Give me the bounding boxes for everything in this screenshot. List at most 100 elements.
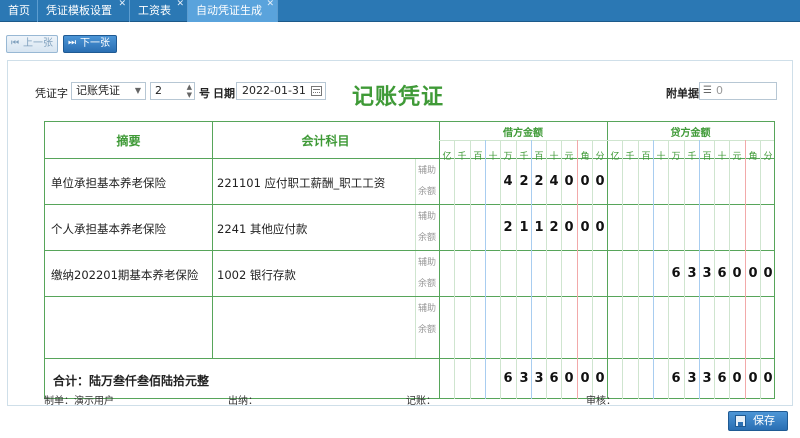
total-debit-digit: 3 [534, 371, 544, 386]
debit-digit: 2 [534, 174, 544, 189]
credit-unit-label: 分 [763, 152, 773, 162]
debit-digit: 4 [549, 174, 559, 189]
tab-label: 凭证模板设置 [46, 4, 112, 17]
calendar-icon[interactable] [311, 86, 322, 96]
aux-label: 辅助 [418, 212, 437, 222]
digit-column-line [653, 140, 654, 399]
toolbar: ⏮ 上一张 ⏭ 下一张 [0, 23, 800, 60]
voucher-title: 记账凭证 [352, 85, 445, 110]
total-credit-digit: 0 [763, 371, 773, 386]
total-debit-digit: 0 [564, 371, 574, 386]
credit-unit-label: 角 [748, 152, 758, 162]
debit-digit: 2 [503, 220, 513, 235]
account-cell[interactable]: 2241 其他应付款 [217, 221, 307, 237]
tab-salary[interactable]: 工资表 ✕ [130, 0, 188, 22]
date-input[interactable]: 2022-01-31 [236, 82, 326, 100]
summary-cell[interactable]: 单位承担基本养老保险 [51, 175, 166, 191]
tab-home[interactable]: 首页 [0, 0, 38, 22]
credit-digit: 3 [702, 266, 712, 281]
voucher-panel: 凭证字 记账凭证 ▼ 2 ▲ ▼ 号 日期 2022-01-31 记账凭证 附单据 ☰… [7, 60, 793, 406]
tab-bar: 首页 凭证模板设置 ✕ 工资表 ✕ 自动凭证生成 ✕ [0, 0, 800, 22]
digit-column-line [470, 140, 471, 399]
credit-digit: 6 [671, 266, 681, 281]
summary-cell[interactable]: 缴纳202201期基本养老保险 [51, 267, 198, 283]
aux-label: 辅助 [418, 258, 437, 268]
maker-label: 制单：演示用户 [44, 396, 114, 407]
next-button[interactable]: ⏭ 下一张 [63, 35, 117, 53]
voucher-number-spinner[interactable]: 2 ▲ ▼ [150, 82, 195, 100]
debit-digit: 2 [549, 220, 559, 235]
credit-unit-label: 万 [671, 152, 681, 162]
total-debit-digit: 6 [549, 371, 559, 386]
debit-unit-label: 万 [503, 152, 513, 162]
summary-cell[interactable]: 个人承担基本养老保险 [51, 221, 166, 237]
tab-label: 首页 [8, 4, 30, 17]
debit-unit-label: 百 [473, 152, 483, 162]
credit-unit-label: 元 [732, 152, 742, 162]
debit-unit-label: 角 [580, 152, 590, 162]
credit-header: 贷方金额 [670, 128, 711, 139]
date-label: 日期 [213, 87, 235, 100]
tab-label: 工资表 [138, 4, 171, 17]
voucher-word-label: 凭证字 [35, 87, 68, 100]
cashier-label: 出纳： [228, 396, 258, 407]
credit-unit-label: 千 [625, 152, 635, 162]
debit-digit: 0 [580, 174, 590, 189]
debit-unit-label: 十 [549, 152, 559, 162]
close-icon[interactable]: ✕ [266, 0, 274, 9]
close-icon[interactable]: ✕ [118, 0, 126, 9]
account-cell[interactable]: 1002 银行存款 [217, 267, 296, 283]
total-credit-digit: 6 [717, 371, 727, 386]
debit-unit-label: 元 [564, 152, 574, 162]
account-cell[interactable]: 221101 应付职工薪酬_职工工资 [217, 175, 385, 191]
balance-label: 余额 [418, 325, 437, 335]
attachments-input[interactable]: ☰ 0 [699, 82, 777, 100]
prev-button[interactable]: ⏮ 上一张 [6, 35, 58, 53]
debit-unit-label: 亿 [442, 152, 452, 162]
credit-unit-label: 十 [717, 152, 727, 162]
summary-header: 摘要 [116, 134, 141, 148]
total-debit-digit: 0 [580, 371, 590, 386]
credit-unit-label: 十 [656, 152, 666, 162]
total-credit-digit: 0 [732, 371, 742, 386]
debit-digit: 2 [519, 174, 529, 189]
tab-voucher-template[interactable]: 凭证模板设置 ✕ [38, 0, 130, 22]
chevron-down-icon: ▼ [134, 86, 141, 95]
attachments-label: 附单据 [666, 87, 699, 100]
aux-label: 辅助 [418, 166, 437, 176]
account-header: 会计科目 [301, 134, 350, 148]
prev-icon: ⏮ [11, 38, 20, 48]
next-icon: ⏭ [68, 38, 77, 48]
credit-unit-label: 亿 [610, 152, 620, 162]
credit-digit: 3 [687, 266, 697, 281]
voucher-number-value: 2 [155, 84, 162, 97]
digit-column-line [638, 140, 639, 399]
debit-digit: 0 [595, 220, 605, 235]
bookkeeper-label: 记账： [406, 396, 436, 407]
spinner-arrows-icon[interactable]: ▲ ▼ [187, 83, 192, 99]
balance-label: 余额 [418, 187, 437, 197]
list-icon: ☰ [703, 85, 712, 96]
digit-column-line [454, 140, 455, 399]
debit-unit-label: 千 [457, 152, 467, 162]
date-value: 2022-01-31 [242, 84, 306, 97]
save-button[interactable]: 保存 [728, 411, 788, 431]
balance-label: 余额 [418, 233, 437, 243]
debit-digit: 4 [503, 174, 513, 189]
debit-digit: 0 [580, 220, 590, 235]
prev-label: 上一张 [23, 38, 53, 49]
close-icon[interactable]: ✕ [176, 0, 184, 9]
aux-label: 辅助 [418, 304, 437, 314]
voucher-word-value: 记账凭证 [76, 84, 120, 97]
debit-unit-label: 百 [534, 152, 544, 162]
debit-digit: 0 [564, 174, 574, 189]
debit-header: 借方金额 [503, 128, 543, 139]
tab-label: 自动凭证生成 [196, 4, 262, 17]
auditor-label: 审核： [586, 396, 616, 407]
save-icon [735, 415, 746, 427]
voucher-word-select[interactable]: 记账凭证 ▼ [71, 82, 146, 100]
credit-unit-label: 百 [702, 152, 712, 162]
digit-column-line [622, 140, 623, 399]
credit-digit: 6 [717, 266, 727, 281]
tab-auto-voucher[interactable]: 自动凭证生成 ✕ [188, 0, 278, 22]
